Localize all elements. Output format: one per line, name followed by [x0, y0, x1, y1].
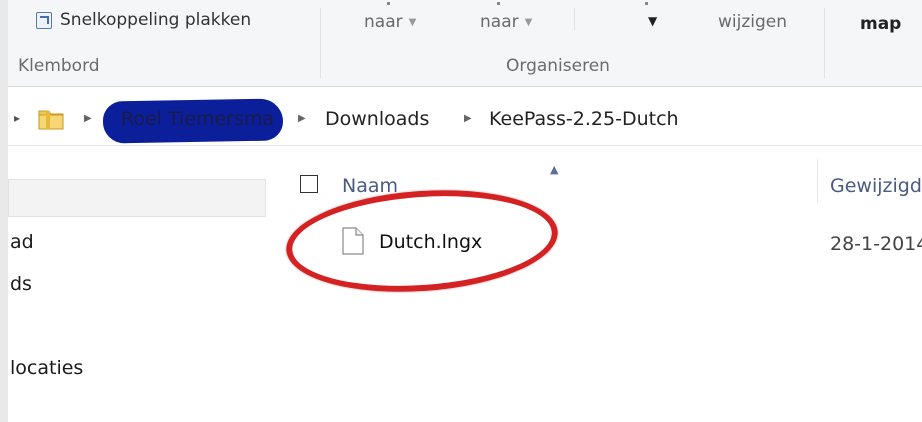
window-left-edge — [0, 0, 8, 422]
file-list: Naam ▲ Gewijzigd Dutch.lngx 28-1-2014 — [272, 147, 922, 422]
rename-label: wijzigen — [718, 12, 788, 32]
file-modified-date: 28-1-2014 — [830, 233, 922, 255]
clipboard-group-label: Klembord — [18, 56, 100, 76]
chevron-right-icon[interactable]: ▶ — [84, 113, 92, 124]
paste-shortcut-icon — [36, 11, 52, 29]
address-bar[interactable]: ▸ ▶ Roel Tiemersma ▶ Downloads ▶ KeePass… — [8, 97, 922, 146]
chevron-right-icon[interactable]: ▶ — [298, 113, 306, 124]
group-separator — [574, 8, 575, 30]
column-separator[interactable] — [817, 159, 818, 203]
copy-to-button[interactable]: naar ▼ — [480, 12, 532, 32]
chevron-down-icon: ▼ — [524, 16, 533, 28]
annotation-circle — [282, 181, 562, 301]
nav-selected-item[interactable] — [8, 179, 266, 217]
chevron-right-icon[interactable]: ▶ — [464, 113, 472, 124]
delete-dropdown-caret-icon[interactable]: ▼ — [648, 14, 657, 28]
column-header-modified[interactable]: Gewijzigd — [830, 175, 922, 197]
move-to-button[interactable]: naar ▼ — [364, 12, 416, 32]
nav-item[interactable]: ad — [10, 231, 34, 253]
breadcrumb-downloads[interactable]: Downloads — [325, 108, 429, 130]
folder-icon — [38, 110, 64, 130]
rename-button[interactable]: wijzigen — [718, 12, 787, 32]
move-to-icon — [387, 2, 390, 5]
chevron-down-icon: ▼ — [408, 16, 417, 28]
sort-ascending-icon: ▲ — [550, 163, 559, 176]
breadcrumb-user[interactable]: Roel Tiemersma — [121, 108, 274, 130]
group-separator — [320, 8, 321, 78]
group-separator — [824, 8, 825, 78]
nav-item[interactable]: locaties — [10, 357, 83, 379]
organize-group-label: Organiseren — [506, 56, 610, 76]
new-folder-button[interactable]: map — [860, 14, 901, 34]
navigation-pane: ad ds locaties — [8, 147, 272, 422]
delete-icon — [645, 2, 648, 5]
nav-arrow-icon[interactable]: ▸ — [14, 111, 20, 125]
move-to-label: naar — [364, 12, 403, 32]
nav-item[interactable]: ds — [10, 273, 32, 295]
copy-to-label: naar — [480, 12, 519, 32]
copy-to-icon — [497, 2, 500, 5]
paste-shortcut-label: Snelkoppeling plakken — [60, 10, 252, 30]
select-all-checkbox[interactable] — [300, 175, 318, 193]
paste-shortcut-button[interactable]: Snelkoppeling plakken — [36, 6, 251, 34]
breadcrumb-keepass[interactable]: KeePass-2.25-Dutch — [489, 108, 679, 130]
ribbon: Snelkoppeling plakken Klembord naar ▼ na… — [8, 0, 922, 87]
